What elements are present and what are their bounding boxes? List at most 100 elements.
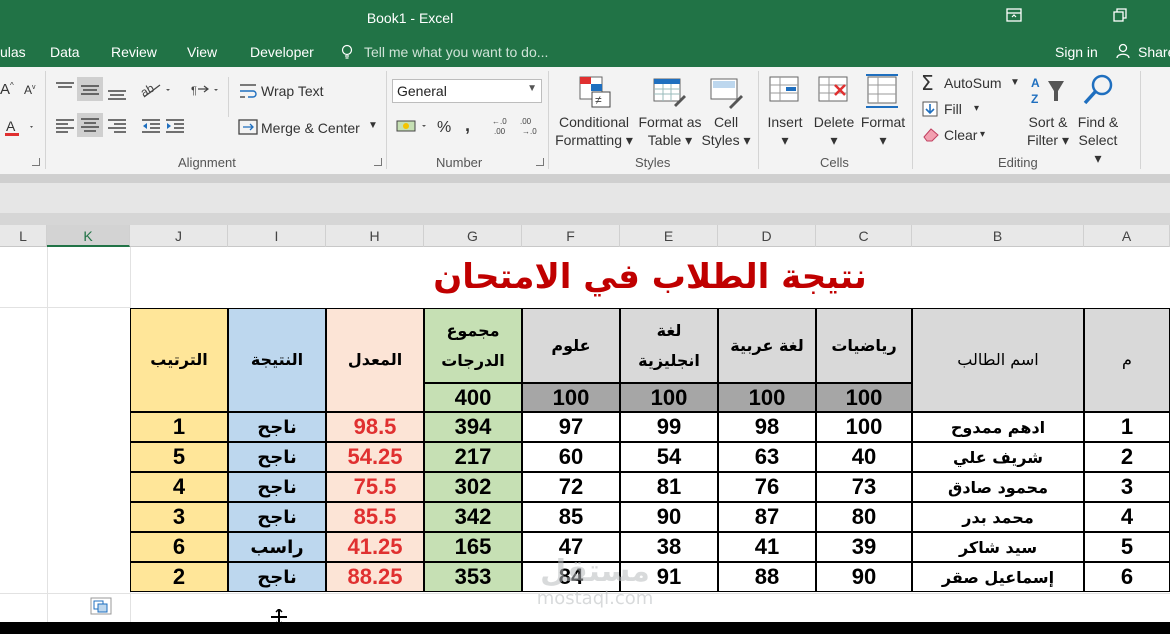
- decrease-font-icon[interactable]: Av: [24, 83, 36, 97]
- cell-science-row-2[interactable]: 60: [522, 442, 620, 472]
- cell-no-row-4[interactable]: 4: [1084, 502, 1170, 532]
- cell-average-row-2[interactable]: 54.25: [326, 442, 424, 472]
- cell-name-row-6[interactable]: إسماعيل صقر: [912, 562, 1084, 592]
- cell-arabic-row-1[interactable]: 98: [718, 412, 816, 442]
- header-math[interactable]: رياضيات: [816, 308, 912, 383]
- cell-result-row-2[interactable]: ناجح: [228, 442, 326, 472]
- cell-name-row-5[interactable]: سيد شاكر: [912, 532, 1084, 562]
- font-color-icon[interactable]: A: [4, 118, 34, 140]
- comma-button[interactable]: ,: [465, 115, 470, 136]
- delete-cells-icon[interactable]: [817, 75, 851, 112]
- header-result[interactable]: النتيجة: [228, 308, 326, 412]
- cell-english-row-2[interactable]: 54: [620, 442, 718, 472]
- header-average[interactable]: المعدل: [326, 308, 424, 412]
- eraser-icon[interactable]: [922, 126, 940, 145]
- cell-result-row-1[interactable]: ناجح: [228, 412, 326, 442]
- cell-total-row-4[interactable]: 342: [424, 502, 522, 532]
- format-as-table-icon[interactable]: [652, 75, 686, 112]
- autosum-icon[interactable]: Σ: [920, 71, 940, 96]
- align-right-icon[interactable]: [106, 117, 128, 138]
- fill-icon[interactable]: [922, 101, 938, 120]
- middle-align-icon[interactable]: [77, 77, 103, 101]
- find-select-button[interactable]: Find & Select ▾: [1074, 113, 1122, 167]
- worksheet[interactable]: نتيجة الطلاب في الامتحان الترتيب النتيجة…: [0, 247, 1170, 627]
- cell-total-row-5[interactable]: 165: [424, 532, 522, 562]
- cell-result-row-3[interactable]: ناجح: [228, 472, 326, 502]
- cell-rank-row-4[interactable]: 3: [130, 502, 228, 532]
- column-header-g[interactable]: G: [424, 225, 522, 247]
- cell-no-row-5[interactable]: 5: [1084, 532, 1170, 562]
- cell-arabic-row-2[interactable]: 63: [718, 442, 816, 472]
- fill-dropdown-icon[interactable]: ▾: [974, 103, 979, 114]
- header-total[interactable]: مجموع الدرجات: [424, 308, 522, 383]
- align-center-icon[interactable]: [77, 113, 103, 137]
- cell-result-row-5[interactable]: راسب: [228, 532, 326, 562]
- merge-center-button[interactable]: Merge & Center: [261, 120, 360, 136]
- cell-arabic-row-5[interactable]: 41: [718, 532, 816, 562]
- column-header-k[interactable]: K: [47, 225, 130, 247]
- clear-dropdown-icon[interactable]: ▾: [980, 129, 985, 140]
- format-cells-icon[interactable]: [864, 73, 900, 112]
- sort-filter-button[interactable]: Sort & Filter ▾: [1024, 113, 1072, 149]
- column-header-h[interactable]: H: [326, 225, 424, 247]
- cell-rank-row-2[interactable]: 5: [130, 442, 228, 472]
- align-left-icon[interactable]: [54, 117, 76, 138]
- conditional-formatting-button[interactable]: Conditional Formatting ▾: [554, 113, 634, 149]
- cell-styles-button[interactable]: Cell Styles ▾: [700, 113, 752, 149]
- increase-decimal-icon[interactable]: ←.0.00: [492, 116, 516, 139]
- cell-no-row-2[interactable]: 2: [1084, 442, 1170, 472]
- paste-options-icon[interactable]: [90, 597, 112, 620]
- cell-english-row-3[interactable]: 81: [620, 472, 718, 502]
- cell-science-row-3[interactable]: 72: [522, 472, 620, 502]
- top-align-icon[interactable]: [54, 81, 76, 100]
- clear-button[interactable]: Clear: [944, 127, 977, 143]
- cell-rank-row-5[interactable]: 6: [130, 532, 228, 562]
- column-header-a[interactable]: A: [1084, 225, 1170, 247]
- wrap-text-button[interactable]: Wrap Text: [261, 83, 324, 99]
- decrease-decimal-icon[interactable]: .00 →.0: [520, 116, 544, 139]
- fill-button[interactable]: Fill: [944, 101, 962, 117]
- column-header-f[interactable]: F: [522, 225, 620, 247]
- decrease-indent-icon[interactable]: [140, 117, 162, 138]
- insert-cells-icon[interactable]: [768, 75, 802, 112]
- cell-rank-row-3[interactable]: 4: [130, 472, 228, 502]
- bottom-align-icon[interactable]: [106, 81, 128, 104]
- cell-science-row-1[interactable]: 97: [522, 412, 620, 442]
- column-header-j[interactable]: J: [130, 225, 228, 247]
- alignment-dialog-launcher[interactable]: [374, 158, 382, 166]
- restore-window-icon[interactable]: [1108, 6, 1132, 28]
- cell-math-row-4[interactable]: 80: [816, 502, 912, 532]
- max-arabic[interactable]: 100: [718, 383, 816, 412]
- formula-bar[interactable]: [0, 175, 1170, 213]
- cell-science-row-4[interactable]: 85: [522, 502, 620, 532]
- orientation-icon[interactable]: ab: [138, 81, 172, 102]
- column-header-l[interactable]: L: [0, 225, 47, 247]
- format-as-table-button[interactable]: Format as Table ▾: [634, 113, 706, 149]
- sign-in-link[interactable]: Sign in: [1055, 44, 1098, 60]
- cell-rank-row-6[interactable]: 2: [130, 562, 228, 592]
- cell-arabic-row-4[interactable]: 87: [718, 502, 816, 532]
- column-header-c[interactable]: C: [816, 225, 912, 247]
- cell-name-row-4[interactable]: محمد بدر: [912, 502, 1084, 532]
- insert-button[interactable]: Insert ▾: [764, 113, 806, 149]
- number-format-select[interactable]: General ▼: [392, 79, 542, 103]
- cell-math-row-3[interactable]: 73: [816, 472, 912, 502]
- header-arabic[interactable]: لغة عربية: [718, 308, 816, 383]
- column-header-e[interactable]: E: [620, 225, 718, 247]
- tab-formulas[interactable]: ulas: [0, 44, 26, 60]
- column-header-i[interactable]: I: [228, 225, 326, 247]
- share-button[interactable]: Share: [1138, 44, 1170, 60]
- accounting-format-icon[interactable]: [396, 117, 430, 138]
- header-english[interactable]: لغة انجليزية: [620, 308, 718, 383]
- column-header-b[interactable]: B: [912, 225, 1084, 247]
- max-english[interactable]: 100: [620, 383, 718, 412]
- header-number[interactable]: م: [1084, 308, 1170, 412]
- column-header-d[interactable]: D: [718, 225, 816, 247]
- max-science[interactable]: 100: [522, 383, 620, 412]
- cell-no-row-3[interactable]: 3: [1084, 472, 1170, 502]
- cell-english-row-4[interactable]: 90: [620, 502, 718, 532]
- number-dialog-launcher[interactable]: [536, 158, 544, 166]
- max-total[interactable]: 400: [424, 383, 522, 412]
- find-select-icon[interactable]: [1082, 73, 1116, 110]
- max-math[interactable]: 100: [816, 383, 912, 412]
